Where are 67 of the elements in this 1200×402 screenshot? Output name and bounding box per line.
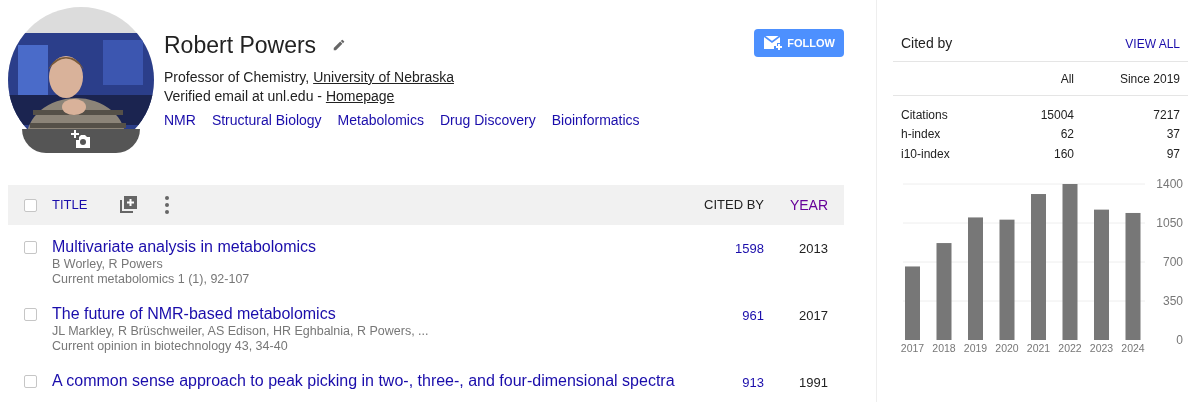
- edit-icon[interactable]: [332, 38, 347, 52]
- interest-link[interactable]: Metabolomics: [337, 110, 424, 131]
- y-axis-label: 350: [1162, 293, 1183, 308]
- article-authors: JL Markley, R Brüschweiler, AS Edison, HR Eghbalnia, R Powers, ...: [52, 324, 430, 339]
- metric-value: 15004: [1039, 106, 1074, 124]
- metric-value: 97: [1165, 145, 1180, 163]
- interest-link[interactable]: Bioinformatics: [551, 110, 640, 131]
- verified-email-text: Verified email at unl.edu -: [164, 88, 323, 104]
- cited-by-heading: Cited by: [901, 34, 953, 53]
- x-axis-label: 2018: [932, 341, 956, 354]
- metric-value: 160: [1052, 145, 1074, 163]
- publication-year: 2017: [798, 307, 829, 325]
- publication-year: 1991: [798, 374, 829, 392]
- profile-name: Robert Powers: [164, 31, 317, 60]
- checkbox[interactable]: [24, 308, 37, 321]
- x-axis-label: 2021: [1026, 341, 1051, 354]
- x-axis-label: 2019: [963, 341, 988, 354]
- mail-plus-icon: [763, 35, 784, 51]
- column-header: All: [1059, 70, 1074, 88]
- photo-overlay-bar[interactable]: [22, 129, 140, 153]
- checkbox[interactable]: [24, 241, 37, 254]
- citation-bar[interactable]: [1062, 183, 1078, 340]
- y-axis-label: 0: [1176, 332, 1183, 347]
- x-axis-label: 2023: [1089, 341, 1114, 354]
- citation-bar[interactable]: [1125, 212, 1141, 340]
- metric-label: Citations: [901, 106, 949, 124]
- metric-label: i10-index: [901, 145, 951, 163]
- add-photo-icon[interactable]: [70, 129, 92, 149]
- y-axis-label: 1400: [1156, 176, 1183, 191]
- affiliation-text: Professor of Chemistry,: [164, 69, 311, 85]
- article-title-link[interactable]: Multivariate analysis in metabolomics: [52, 237, 694, 257]
- citation-count-link[interactable]: 1598: [694, 237, 764, 259]
- citation-count-link[interactable]: 961: [694, 304, 764, 326]
- metric-value: 62: [1059, 126, 1074, 144]
- interest-link[interactable]: NMR: [164, 110, 196, 131]
- x-axis-label: 2024: [1121, 341, 1145, 354]
- checkbox[interactable]: [24, 198, 37, 212]
- x-axis-label: 2017: [900, 341, 925, 354]
- column-header: Since 2019: [1118, 70, 1180, 88]
- y-axis-label: 700: [1162, 254, 1183, 269]
- citation-count-link[interactable]: 913: [694, 371, 764, 393]
- homepage-link[interactable]: Homepage: [325, 88, 395, 104]
- interest-link[interactable]: Structural Biology: [211, 110, 322, 131]
- add-to-library-icon[interactable]: [118, 195, 139, 215]
- view-all-link[interactable]: VIEW ALL: [1125, 34, 1180, 53]
- article-title-link[interactable]: A common sense approach to peak picking in two-, three-, and four-dimensional spectra: [52, 371, 694, 391]
- publication-year: 2013: [798, 240, 829, 258]
- article-title-link[interactable]: The future of NMR-based metabolomics: [52, 304, 694, 324]
- checkbox[interactable]: [24, 375, 37, 388]
- interest-link[interactable]: Drug Discovery: [440, 110, 536, 131]
- metric-value: 7217: [1152, 106, 1180, 124]
- article-venue: Current opinion in biotechnology 43, 34-40: [52, 339, 289, 354]
- x-axis-label: 2022: [1058, 341, 1082, 354]
- article-authors: B Worley, R Powers: [52, 257, 164, 272]
- more-options-icon[interactable]: [165, 196, 170, 214]
- cited-by-column-header[interactable]: CITED BY: [704, 195, 764, 215]
- citation-bar[interactable]: [905, 265, 920, 340]
- metric-value: 37: [1165, 126, 1180, 144]
- article-venue: Current metabolomics 1 (1), 92-107: [52, 272, 251, 287]
- x-axis-label: 2020: [995, 341, 1019, 354]
- university-link[interactable]: University of Nebraska: [313, 69, 454, 85]
- year-sort-link[interactable]: YEAR: [764, 194, 844, 216]
- metric-label: h-index: [901, 126, 942, 144]
- citation-bar[interactable]: [936, 242, 952, 340]
- title-sort-link[interactable]: TITLE: [52, 195, 88, 215]
- citation-bar[interactable]: [999, 219, 1015, 340]
- y-axis-label: 1050: [1156, 215, 1183, 230]
